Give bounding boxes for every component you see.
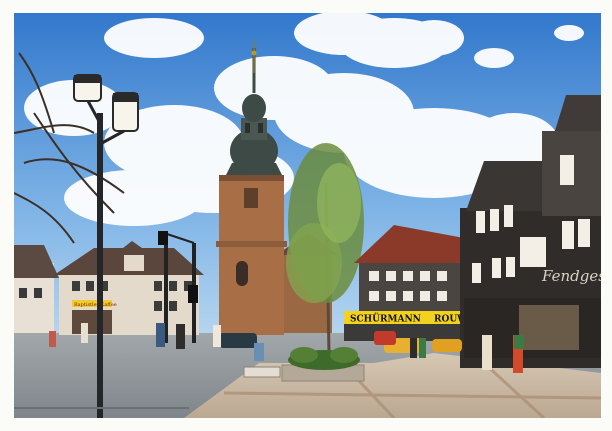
left-shop-sign: Baptistler Kaffee xyxy=(74,302,117,308)
bench xyxy=(243,366,281,378)
fendges-sign: Fendges xyxy=(541,267,601,285)
postcard: Baptistler Kaffee SCHÜRMANN ROUW Fendges xyxy=(0,0,612,431)
planter xyxy=(281,347,365,382)
town-square-photo: Baptistler Kaffee SCHÜRMANN ROUW Fendges xyxy=(14,13,601,418)
